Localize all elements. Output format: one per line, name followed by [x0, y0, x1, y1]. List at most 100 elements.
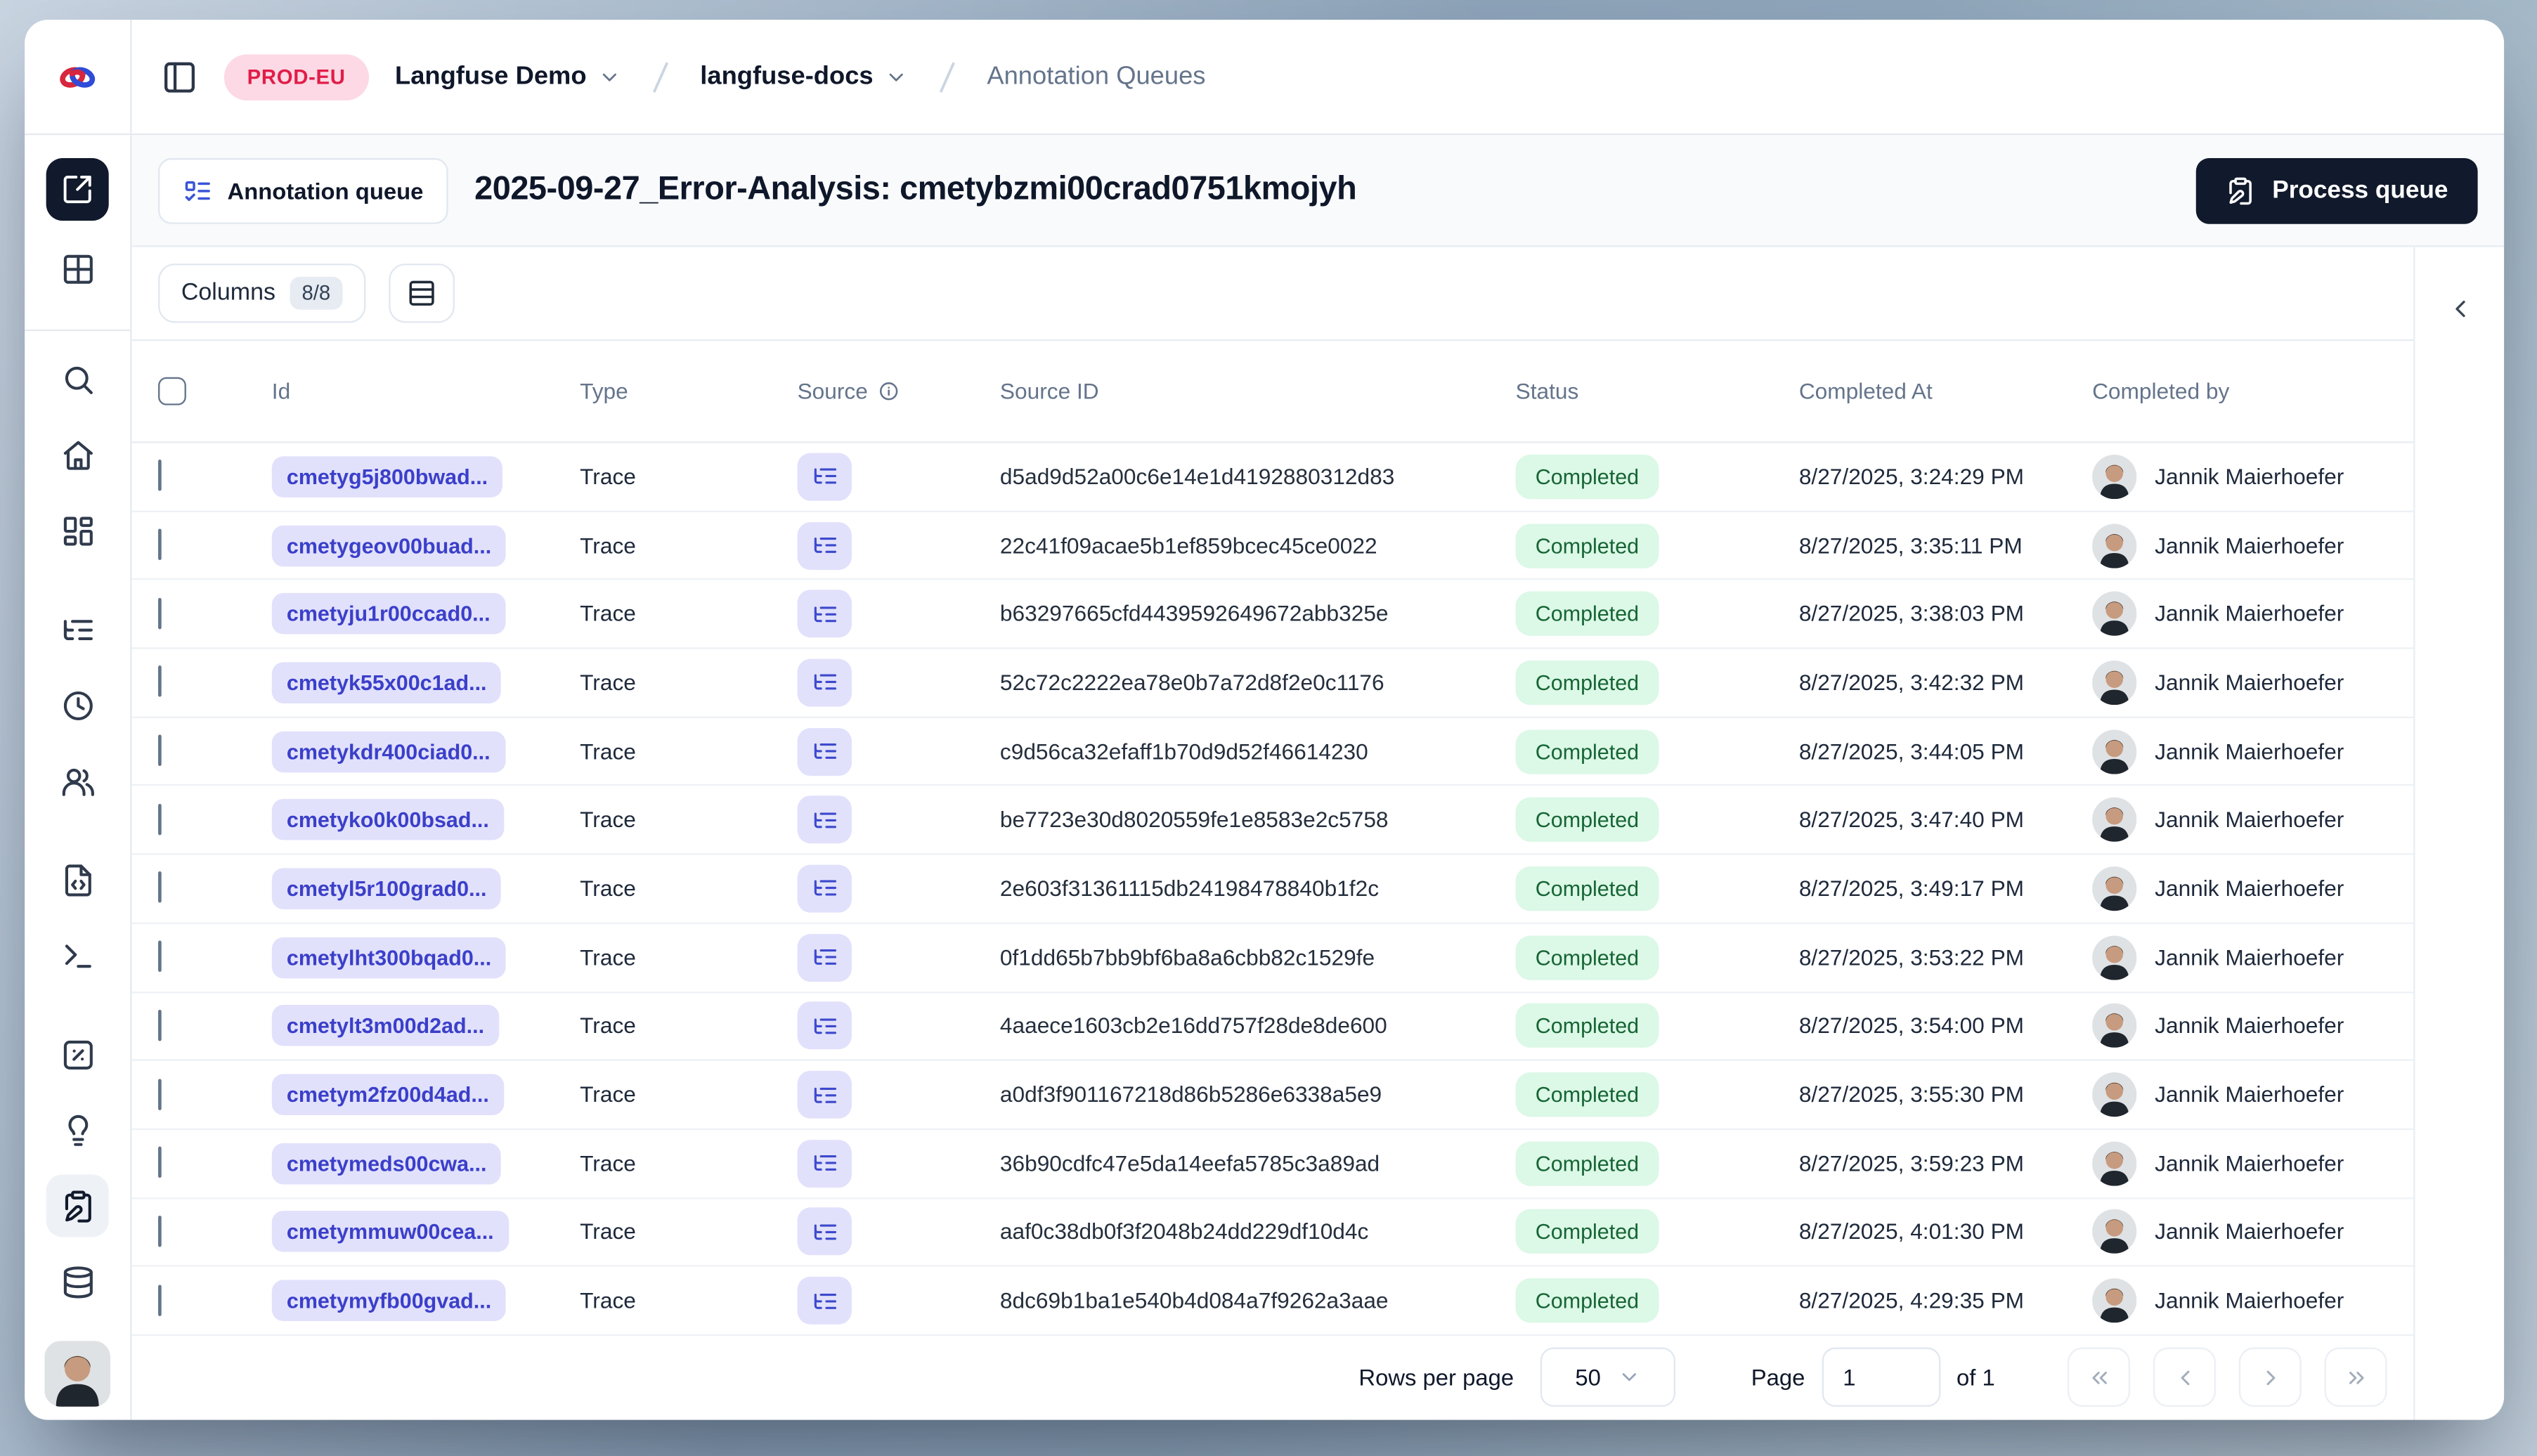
columns-button[interactable]: Columns 8/8 — [158, 264, 365, 323]
item-id-badge[interactable]: cmetylht300bqad0... — [271, 937, 507, 978]
langfuse-logo[interactable] — [25, 20, 132, 134]
table-row[interactable]: cmetylht300bqad0... Trace 0f1dd65b7bb9bf… — [131, 924, 2414, 993]
page-number-input[interactable] — [1821, 1348, 1940, 1408]
item-id-badge[interactable]: cmetyju1r00ccad0... — [271, 593, 505, 635]
sidebar-item-annotation-queues[interactable] — [46, 1174, 109, 1237]
last-page-button[interactable] — [2324, 1348, 2387, 1408]
source-trace-button[interactable] — [797, 864, 852, 913]
source-id: be7723e30d8020559fe1e8583e2c5758 — [999, 807, 1389, 833]
source-trace-button[interactable] — [797, 727, 852, 776]
sidebar-item-dashboards[interactable] — [46, 499, 109, 561]
table-row[interactable]: cmetym2fz00d4ad... Trace a0df3f901167218… — [131, 1061, 2414, 1130]
row-checkbox[interactable] — [158, 1284, 162, 1316]
item-id-badge[interactable]: cmetymeds00cwa... — [271, 1143, 502, 1184]
sidebar-item-sessions[interactable] — [46, 674, 109, 736]
source-trace-button[interactable] — [797, 1002, 852, 1051]
item-id-badge[interactable]: cmetym2fz00d4ad... — [271, 1074, 504, 1116]
item-id-badge[interactable]: cmetymyfb00gvad... — [271, 1280, 507, 1322]
table-row[interactable]: cmetylt3m00d2ad... Trace 4aaece1603cb2e1… — [131, 992, 2414, 1062]
source-trace-button[interactable] — [797, 933, 852, 982]
row-checkbox[interactable] — [158, 1009, 162, 1041]
sidebar-item-datasets[interactable] — [46, 1250, 109, 1313]
sidebar-toggle-button[interactable] — [162, 58, 198, 95]
table-row[interactable]: cmetyl5r100grad0... Trace 2e603f31361115… — [131, 855, 2414, 924]
item-id-badge[interactable]: cmetykdr400ciad0... — [271, 730, 505, 772]
next-page-button[interactable] — [2238, 1348, 2302, 1408]
row-checkbox[interactable] — [158, 803, 162, 835]
sidebar-item-playground[interactable] — [46, 924, 109, 987]
item-id-badge[interactable]: cmetyg5j800bwad... — [271, 455, 503, 498]
column-header-status[interactable]: Status — [1516, 379, 1799, 403]
previous-page-button[interactable] — [2153, 1348, 2216, 1408]
completed-by-name: Jannik Maierhoefer — [2155, 670, 2344, 696]
sidebar-item-prompts[interactable] — [46, 848, 109, 911]
item-type: Trace — [580, 739, 636, 764]
column-header-source[interactable]: Source — [798, 379, 1000, 403]
source-trace-button[interactable] — [797, 590, 852, 638]
item-id-badge[interactable]: cmetyl5r100grad0... — [271, 868, 502, 909]
row-checkbox[interactable] — [158, 734, 162, 767]
drawer-collapse-button[interactable] — [2435, 283, 2484, 332]
chevron-left-icon — [2180, 1370, 2189, 1385]
row-checkbox[interactable] — [158, 665, 162, 698]
rows-per-page-select[interactable]: 50 — [1540, 1348, 1675, 1408]
column-header-id[interactable]: Id — [272, 379, 580, 403]
item-id-badge[interactable]: cmetyko0k00bsad... — [271, 799, 504, 841]
source-trace-button[interactable] — [797, 795, 852, 844]
table-row[interactable]: cmetymyfb00gvad... Trace 8dc69b1ba1e540b… — [131, 1267, 2414, 1336]
row-checkbox[interactable] — [158, 597, 162, 629]
completed-by-avatar — [2092, 1209, 2137, 1254]
table-row[interactable]: cmetyju1r00ccad0... Trace b63297665cfd44… — [131, 580, 2414, 649]
sidebar-item-users[interactable] — [46, 750, 109, 812]
status-badge: Completed — [1515, 1209, 1659, 1254]
item-id-badge[interactable]: cmetylt3m00d2ad... — [271, 1005, 500, 1047]
sidebar-item-insights[interactable] — [46, 1099, 109, 1162]
table-row[interactable]: cmetyko0k00bsad... Trace be7723e30d80205… — [131, 786, 2414, 855]
table-body: cmetyg5j800bwad... Trace d5ad9d52a00c6e1… — [131, 443, 2414, 1336]
row-checkbox[interactable] — [158, 460, 162, 492]
row-checkbox[interactable] — [158, 1078, 162, 1110]
item-id-badge[interactable]: cmetygeov00buad... — [271, 524, 507, 566]
row-checkbox[interactable] — [158, 940, 162, 973]
row-checkbox[interactable] — [158, 872, 162, 904]
source-trace-button[interactable] — [797, 521, 852, 569]
sidebar-item-tables[interactable] — [46, 238, 109, 300]
source-trace-button[interactable] — [797, 1070, 852, 1119]
breadcrumb-slash-icon — [940, 61, 956, 92]
project-switcher[interactable]: langfuse-docs — [700, 62, 908, 91]
user-avatar[interactable] — [44, 1341, 111, 1407]
source-trace-button[interactable] — [797, 1276, 852, 1325]
row-checkbox[interactable] — [158, 1147, 162, 1178]
source-trace-button[interactable] — [797, 1139, 852, 1188]
source-trace-button[interactable] — [797, 453, 852, 501]
row-checkbox[interactable] — [158, 1215, 162, 1247]
table-row[interactable]: cmetymeds00cwa... Trace 36b90cdfc47e5da1… — [131, 1130, 2414, 1199]
row-height-button[interactable] — [388, 264, 455, 323]
sidebar-item-search[interactable] — [46, 348, 109, 410]
source-trace-button[interactable] — [797, 1208, 852, 1256]
sidebar-item-evaluation[interactable] — [46, 1023, 109, 1086]
item-id-badge[interactable]: cmetyk55x00c1ad... — [271, 662, 502, 703]
table-row[interactable]: cmetyg5j800bwad... Trace d5ad9d52a00c6e1… — [131, 443, 2414, 512]
sidebar-item-open-app[interactable] — [46, 158, 109, 221]
status-badge: Completed — [1515, 729, 1659, 774]
table-row[interactable]: cmetymmuw00cea... Trace aaf0c38db0f3f204… — [131, 1199, 2414, 1268]
column-header-type[interactable]: Type — [580, 379, 797, 403]
table-row[interactable]: cmetykdr400ciad0... Trace c9d56ca32efaff… — [131, 717, 2414, 787]
column-header-source-id[interactable]: Source ID — [1000, 379, 1516, 403]
source-trace-button[interactable] — [797, 658, 852, 707]
sidebar-item-tracing[interactable] — [46, 598, 109, 661]
process-queue-button[interactable]: Process queue — [2196, 157, 2478, 223]
column-header-completed-by[interactable]: Completed by — [2092, 379, 2387, 403]
item-id-badge[interactable]: cmetymmuw00cea... — [271, 1211, 509, 1253]
sidebar-item-home[interactable] — [46, 423, 109, 486]
table-row[interactable]: cmetyk55x00c1ad... Trace 52c72c2222ea78e… — [131, 649, 2414, 718]
column-header-completed-at[interactable]: Completed At — [1799, 379, 2092, 403]
first-page-button[interactable] — [2067, 1348, 2130, 1408]
status-badge: Completed — [1515, 1003, 1659, 1048]
table-row[interactable]: cmetygeov00buad... Trace 22c41f09acae5b1… — [131, 512, 2414, 581]
row-checkbox[interactable] — [158, 528, 162, 561]
select-all-checkbox[interactable] — [158, 377, 186, 405]
org-switcher[interactable]: Langfuse Demo — [395, 62, 621, 91]
chevron-down-icon — [889, 72, 904, 81]
